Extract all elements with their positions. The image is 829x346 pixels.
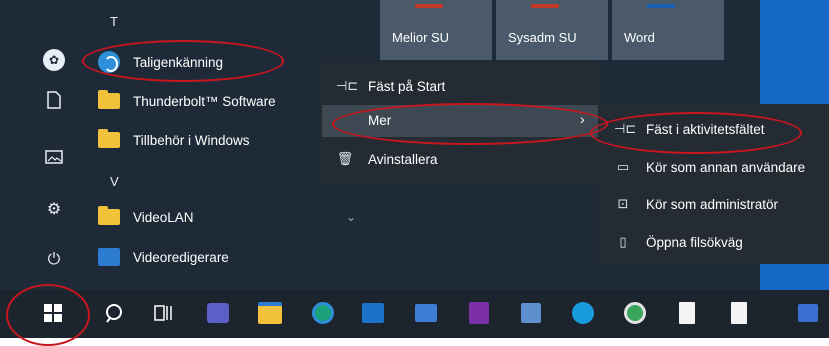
tile-accent — [415, 4, 443, 8]
settings-gear-icon[interactable]: ⚙ — [42, 197, 66, 221]
app-label: Thunderbolt™ Software — [133, 93, 276, 109]
app-label: Tillbehör i Windows — [133, 132, 250, 148]
browser-icon[interactable] — [622, 300, 648, 326]
screenshot: { "start_menu": { "rail": { "items": [ {… — [0, 0, 829, 346]
tile-label: Sysadm SU — [508, 30, 577, 45]
submenu-item-kor-som-administrator[interactable]: ⊡ Kör som administratör — [614, 196, 779, 212]
trash-icon: 🗑 — [336, 151, 354, 166]
annotation-ring — [332, 103, 608, 145]
task-view-icon[interactable] — [150, 300, 176, 326]
tile-accent — [531, 4, 559, 8]
video-editor-icon — [98, 246, 120, 268]
folder-icon — [98, 129, 120, 151]
chevron-down-icon[interactable]: ⌄ — [346, 210, 356, 224]
app-icon[interactable] — [795, 300, 821, 326]
file-icon[interactable] — [674, 300, 700, 326]
menu-item-label: Avinstallera — [368, 151, 438, 167]
app-videoredigerare[interactable]: Videoredigerare — [98, 242, 229, 272]
folder-icon — [98, 206, 120, 228]
tile-sysadm-su[interactable]: Sysadm SU — [496, 0, 608, 60]
power-icon[interactable]: ⏻ — [42, 248, 66, 272]
remote-desktop-icon[interactable] — [413, 300, 439, 326]
app-thunderbolt-software[interactable]: Thunderbolt™ Software — [98, 86, 276, 116]
menu-item-label: Fäst på Start — [368, 78, 446, 94]
app-label: Videoredigerare — [133, 249, 229, 265]
tile-accent — [647, 4, 675, 8]
tile-melior-su[interactable]: Melior SU — [380, 0, 492, 60]
folder-icon — [98, 90, 120, 112]
file-explorer-icon[interactable] — [257, 300, 283, 326]
annotation-ring — [6, 284, 90, 346]
annotation-ring — [590, 112, 802, 154]
submenu-item-label: Kör som administratör — [646, 196, 779, 212]
profile-logo-icon[interactable]: ✿ — [42, 48, 66, 72]
open-file-location-icon: ▯ — [619, 234, 627, 249]
app-videolan[interactable]: VideoLAN — [98, 202, 194, 232]
submenu-item-kor-som-annan-anvandare[interactable]: ▭ Kör som annan användare — [614, 159, 805, 175]
submenu-item-oppna-filsokvag[interactable]: ▯ Öppna filsökväg — [614, 234, 743, 250]
outlook-icon[interactable] — [360, 300, 386, 326]
start-menu-rail — [0, 0, 82, 290]
menu-item-fast-pa-start[interactable]: ⊣⊏ Fäst på Start — [336, 78, 445, 94]
section-letter-t[interactable]: T — [110, 14, 118, 29]
pin-icon: ⊣⊏ — [336, 78, 359, 93]
annotation-ring — [82, 40, 284, 82]
run-as-user-icon: ▭ — [616, 159, 630, 174]
tile-label: Word — [624, 30, 655, 45]
tile-label: Melior SU — [392, 30, 450, 45]
search-icon[interactable] — [101, 300, 127, 326]
submenu-item-label: Öppna filsökväg — [646, 234, 743, 250]
onenote-icon[interactable] — [466, 300, 492, 326]
teams-icon[interactable] — [205, 300, 231, 326]
submenu-item-label: Kör som annan användare — [646, 159, 806, 175]
app-label: VideoLAN — [133, 209, 194, 225]
tile-word[interactable]: Word — [612, 0, 724, 60]
app-tillbehor-i-windows[interactable]: Tillbehör i Windows — [98, 125, 250, 155]
edge-icon[interactable] — [310, 300, 336, 326]
menu-item-avinstallera[interactable]: 🗑 Avinstallera — [336, 151, 438, 167]
section-letter-v[interactable]: V — [110, 174, 119, 189]
pictures-icon[interactable] — [42, 145, 66, 169]
file-icon[interactable] — [726, 300, 752, 326]
run-as-admin-icon: ⊡ — [617, 196, 629, 211]
document-icon[interactable] — [42, 88, 66, 112]
app-icon[interactable] — [518, 300, 544, 326]
skype-icon[interactable] — [570, 300, 596, 326]
